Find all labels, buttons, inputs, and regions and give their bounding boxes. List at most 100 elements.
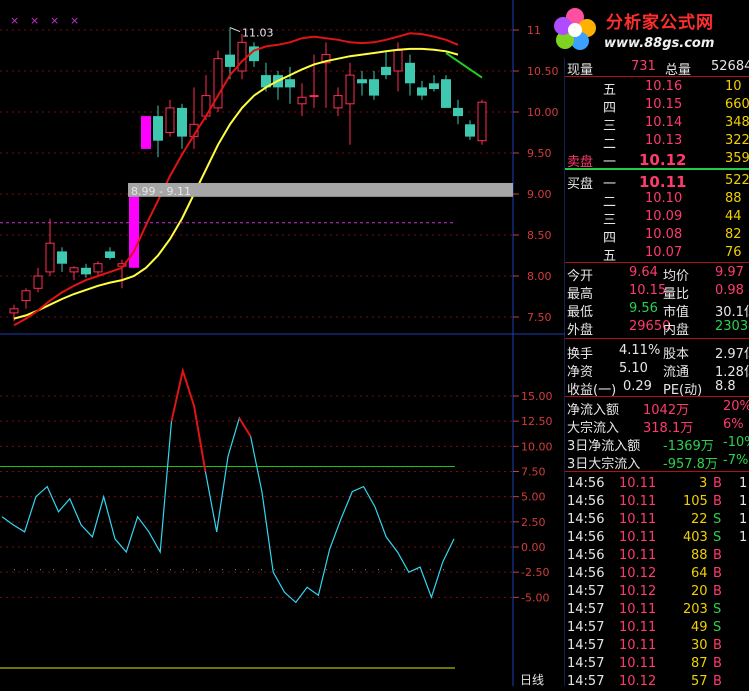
ask-row: 四 10.15 660	[565, 96, 749, 116]
indicator-dot	[443, 569, 444, 571]
candle[interactable]	[177, 103, 187, 149]
tick-price: 10.12	[619, 674, 657, 689]
candle[interactable]	[381, 50, 391, 80]
stat2-value: 5.10	[619, 361, 648, 376]
tick-price: 10.12	[619, 584, 657, 599]
stat-value: 9.56	[629, 301, 658, 316]
tab-daily[interactable]: 日线	[520, 673, 544, 686]
indicator-dot	[196, 569, 197, 571]
tick-count: 1	[739, 512, 748, 527]
candle[interactable]	[57, 247, 67, 272]
indicator-dot	[53, 569, 54, 571]
tick-time: 14:56	[567, 512, 605, 527]
candle-body	[45, 242, 55, 273]
stat-value: 9.97	[715, 265, 744, 280]
bid-price: 10.10	[645, 191, 683, 206]
price-axis: 11 10.50 10.00 9.50 9.00 8.50 8.00 7.50	[513, 24, 559, 324]
indicator-tick-label: 10.00	[521, 440, 553, 453]
price-tick-label: 9.00	[527, 188, 552, 201]
top-marker: ×	[10, 14, 19, 27]
ask-row: 三 10.14 348	[565, 114, 749, 134]
candle-body	[93, 263, 103, 273]
ma-short-line	[13, 32, 459, 327]
tick-direction: S	[713, 512, 722, 527]
candle[interactable]	[93, 261, 103, 276]
bid-row: 二 10.10 88	[565, 190, 749, 210]
total-volume-value: 52684	[711, 59, 749, 74]
indicator-line	[0, 366, 455, 669]
tick-time: 14:57	[567, 674, 605, 689]
stat2-row: 换手4.11%股本2.97亿	[565, 342, 749, 362]
indicator-dot	[274, 569, 275, 571]
candle[interactable]	[237, 34, 247, 80]
candle[interactable]	[321, 42, 331, 108]
candle[interactable]	[465, 120, 475, 140]
candle[interactable]	[309, 54, 319, 108]
tick-direction: B	[713, 584, 722, 599]
candle[interactable]	[33, 267, 43, 293]
tick-row: 14:57 10.11 30 B	[565, 637, 749, 655]
candle-body	[357, 79, 367, 84]
candle[interactable]	[165, 99, 175, 137]
candle[interactable]	[105, 247, 115, 260]
tick-time: 14:57	[567, 584, 605, 599]
flower-logo-icon	[554, 8, 596, 50]
candle-body	[297, 96, 307, 105]
candle-body	[369, 79, 379, 96]
candle[interactable]	[45, 218, 55, 276]
candle[interactable]	[429, 75, 439, 92]
bid-row: 四 10.08 82	[565, 226, 749, 246]
stat-value: 10.15	[629, 283, 667, 298]
bid-volume: 76	[725, 245, 742, 260]
indicator-dot	[66, 569, 67, 571]
candle-body	[477, 101, 487, 142]
candlesticks[interactable]	[9, 27, 487, 322]
candle[interactable]	[21, 288, 31, 309]
candle[interactable]	[417, 80, 427, 100]
tick-time: 14:57	[567, 620, 605, 635]
candle[interactable]	[477, 99, 487, 145]
bid-price: 10.09	[645, 209, 683, 224]
tick-time: 14:56	[567, 476, 605, 491]
candle[interactable]	[357, 71, 367, 96]
candle[interactable]	[405, 54, 415, 96]
indicator-dot	[27, 569, 28, 571]
candle[interactable]	[213, 50, 223, 113]
kline-chart[interactable]: 11 10.50 10.00 9.50 9.00 8.50 8.00 7.50 15.00 12…	[0, 0, 565, 686]
candle[interactable]	[273, 71, 283, 100]
candle-body	[105, 251, 115, 258]
tick-count: 1	[739, 494, 748, 509]
candle[interactable]	[441, 75, 451, 108]
candle[interactable]	[453, 99, 463, 125]
indicator-tick-label: 2.50	[521, 516, 546, 529]
ask-price: 10.12	[639, 151, 687, 169]
indicator-dot	[339, 569, 340, 571]
candle-body	[237, 41, 247, 72]
tick-time: 14:56	[567, 548, 605, 563]
candle[interactable]	[297, 83, 307, 117]
ask-price: 10.15	[645, 97, 683, 112]
tick-direction: B	[713, 674, 722, 689]
ask-price: 10.16	[645, 79, 683, 94]
bid-price: 10.11	[639, 173, 687, 191]
ask-price: 10.13	[645, 133, 683, 148]
tick-volume: 88	[691, 548, 708, 563]
stat-value: 23034	[715, 319, 749, 334]
candle[interactable]	[333, 87, 343, 117]
flow-row: 净流入额1042万20%	[565, 398, 749, 418]
bid-row: 买盘一 10.11 522	[565, 172, 749, 192]
candle[interactable]	[141, 116, 151, 149]
indicator-dot	[118, 569, 119, 571]
candle[interactable]	[153, 105, 163, 158]
price-tick-label: 11	[527, 24, 541, 37]
candle[interactable]	[81, 263, 91, 278]
stat2-value: 8.8	[715, 379, 736, 394]
quote-panel: 现量 731 总量 52684 五 10.16 10 四 10.15 660 三 10.14 348 二 1…	[565, 58, 749, 689]
candle[interactable]	[345, 62, 355, 145]
stat-row: 外盘29650内盘23034	[565, 318, 749, 338]
candle[interactable]	[369, 71, 379, 100]
candle[interactable]	[69, 266, 79, 281]
indicator-dot	[417, 569, 418, 571]
candle[interactable]	[201, 75, 211, 121]
indicator-tick-label: -2.50	[521, 566, 549, 579]
